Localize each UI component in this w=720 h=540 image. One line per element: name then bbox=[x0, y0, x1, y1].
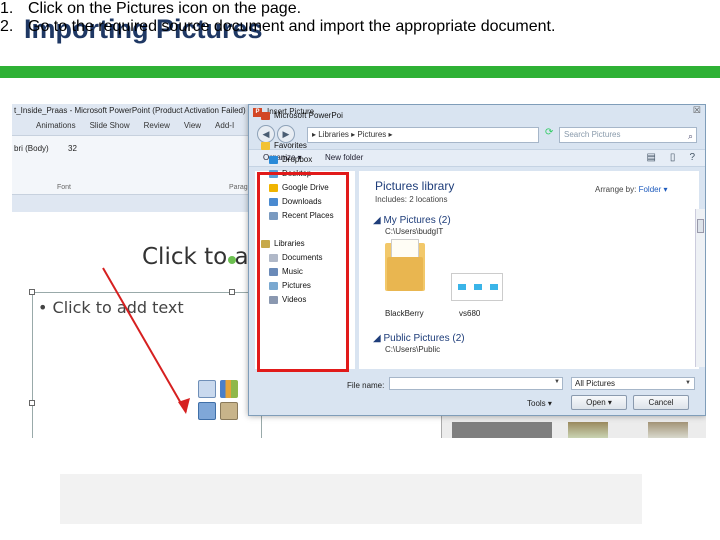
arrange-label: Arrange by: bbox=[595, 185, 637, 194]
file-label[interactable]: vs680 bbox=[459, 309, 480, 318]
content-placeholder-label: Click to add text bbox=[52, 298, 184, 317]
library-includes[interactable]: Includes: 2 locations bbox=[375, 195, 448, 204]
address-bar[interactable]: ▸ Libraries ▸ Pictures ▸ bbox=[307, 127, 539, 143]
title-placeholder[interactable]: Click to ad bbox=[142, 244, 263, 270]
bullet: • bbox=[38, 298, 48, 317]
folder-icon bbox=[261, 111, 270, 120]
photo-thumbnail bbox=[648, 422, 688, 438]
close-icon[interactable]: ☒ bbox=[693, 105, 701, 116]
preview-pane-icon[interactable]: ▯ bbox=[670, 152, 676, 163]
file-name-input[interactable]: ▼ bbox=[389, 377, 563, 390]
view-controls: ▤ ▯ ? bbox=[646, 152, 695, 163]
content-placeholder-text: • Click to add text bbox=[38, 298, 184, 317]
slide: Importing Pictures t_Inside_Praas - Micr… bbox=[0, 0, 720, 540]
paragraph-group-label: Parag bbox=[229, 184, 248, 191]
photo-thumbnail bbox=[568, 422, 608, 438]
folder-icon bbox=[269, 155, 278, 164]
highlight-box bbox=[257, 172, 349, 372]
chart-icon[interactable] bbox=[220, 380, 238, 398]
step-text: Click on the Pictures icon on the page. bbox=[28, 0, 302, 17]
arrange-by[interactable]: Arrange by: Folder ▾ bbox=[595, 185, 668, 194]
open-button[interactable]: Open ▾ bbox=[571, 395, 627, 410]
resize-handle[interactable] bbox=[229, 289, 235, 295]
section-my-pictures[interactable]: ◢ My Pictures (2) bbox=[373, 215, 451, 226]
file-type-value: All Pictures bbox=[575, 379, 616, 388]
search-input[interactable]: Search Pictures ⌕ bbox=[559, 127, 697, 143]
dialog-toolbar: Organize ▾ New folder ▤ ▯ ? bbox=[249, 149, 705, 167]
chevron-down-icon[interactable]: ▼ bbox=[554, 379, 560, 385]
file-name-label: File name: bbox=[347, 381, 385, 390]
cancel-button[interactable]: Cancel bbox=[633, 395, 689, 410]
thumbnail-strip bbox=[452, 422, 552, 438]
image-thumbnail[interactable] bbox=[451, 273, 503, 301]
list-item: 2. Go to the required source document an… bbox=[0, 18, 720, 36]
library-title: Pictures library bbox=[375, 179, 455, 193]
chevron-down-icon: ▼ bbox=[685, 380, 691, 386]
folder-icon bbox=[261, 141, 270, 150]
tab-animations[interactable]: Animations bbox=[36, 121, 76, 135]
nav-item-label: Dropbox bbox=[282, 155, 313, 164]
instructions-box bbox=[60, 474, 642, 524]
nav-item-label: Microsoft PowerPoi bbox=[274, 111, 343, 120]
tab-slide-show[interactable]: Slide Show bbox=[90, 121, 130, 135]
tab-add-ins[interactable]: Add-I bbox=[215, 121, 234, 135]
content-insert-icons bbox=[198, 380, 250, 426]
search-placeholder: Search Pictures bbox=[564, 130, 621, 139]
nav-item-dropbox[interactable]: Dropbox bbox=[269, 155, 312, 164]
table-icon[interactable] bbox=[198, 380, 216, 398]
title-divider-bar bbox=[0, 66, 720, 78]
new-folder-button[interactable]: New folder bbox=[325, 153, 363, 162]
ppt-window-title: t_Inside_Praas - Microsoft PowerPoint (P… bbox=[14, 106, 246, 115]
section-public-pictures[interactable]: ◢ Public Pictures (2) bbox=[373, 333, 465, 344]
section-public-pictures-path: C:\Users\Public bbox=[385, 345, 441, 354]
search-icon: ⌕ bbox=[687, 131, 693, 141]
step-text: Go to the required source document and i… bbox=[28, 18, 556, 35]
insert-picture-dialog: P Insert Picture ☒ ◀ ▶ ▸ Libraries ▸ Pic… bbox=[248, 104, 706, 416]
view-options-icon[interactable]: ▤ bbox=[646, 152, 655, 163]
file-type-select[interactable]: All Pictures ▼ bbox=[571, 377, 695, 390]
font-name-box[interactable]: bri (Body) bbox=[14, 144, 49, 153]
font-group-label: Font bbox=[57, 184, 72, 191]
file-label[interactable]: BlackBerry bbox=[385, 309, 424, 318]
rotate-handle[interactable] bbox=[228, 256, 236, 264]
tab-review[interactable]: Review bbox=[144, 121, 170, 135]
instruction-list: 1. Click on the Pictures icon on the pag… bbox=[0, 0, 720, 36]
refresh-icon[interactable]: ⟳ bbox=[545, 127, 553, 138]
tools-menu[interactable]: Tools ▾ bbox=[527, 399, 552, 408]
ppt-ribbon-tabs: Animations Slide Show Review View Add-I bbox=[12, 121, 252, 135]
resize-handle[interactable] bbox=[29, 289, 35, 295]
scroll-thumb[interactable] bbox=[697, 219, 704, 233]
tab-view[interactable]: View bbox=[184, 121, 201, 135]
arrange-value[interactable]: Folder ▾ bbox=[639, 185, 668, 194]
section-my-pictures-path: C:\Users\budgIT bbox=[385, 227, 444, 236]
nav-item-label: Favorites bbox=[274, 141, 307, 150]
font-size-box[interactable]: 32 bbox=[68, 144, 77, 153]
insert-pictures-icon[interactable] bbox=[198, 402, 216, 420]
scrollbar[interactable] bbox=[695, 209, 705, 367]
list-item: 1. Click on the Pictures icon on the pag… bbox=[0, 0, 720, 18]
step-number: 2. bbox=[0, 18, 14, 35]
resize-handle[interactable] bbox=[29, 400, 35, 406]
nav-item-favorites[interactable]: Favorites bbox=[261, 141, 307, 150]
help-icon[interactable]: ? bbox=[689, 152, 695, 163]
online-pictures-icon[interactable] bbox=[220, 402, 238, 420]
nav-item-microsoft-powerpoi[interactable]: Microsoft PowerPoi bbox=[261, 111, 343, 120]
step-number: 1. bbox=[0, 0, 14, 17]
folder-icon[interactable] bbox=[385, 239, 425, 293]
screenshot-area: t_Inside_Praas - Microsoft PowerPoint (P… bbox=[12, 104, 706, 438]
